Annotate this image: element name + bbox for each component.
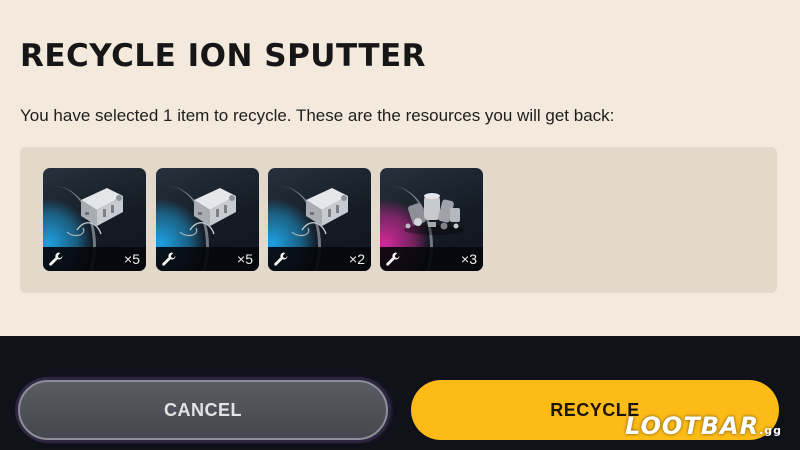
recycle-dialog: RECYCLE ION SPUTTER You have selected 1 … (0, 0, 800, 336)
scrap-parts-pile-icon (404, 193, 464, 235)
wrench-icon (49, 252, 63, 266)
resource-quantity: ×5 (237, 251, 253, 267)
resource-tile[interactable]: ×5 (156, 168, 259, 271)
mechanical-components-icon (66, 188, 123, 237)
wrench-icon (386, 252, 400, 266)
watermark-logo: LOOTBAR.gg (625, 412, 782, 440)
dialog-message: You have selected 1 item to recycle. The… (20, 106, 615, 125)
resource-tile[interactable]: ×2 (268, 168, 371, 271)
resource-tile[interactable]: ×5 (43, 168, 146, 271)
resources-panel: ×5 ×5 ×2 ×3 (20, 147, 777, 293)
dialog-title: RECYCLE ION SPUTTER (20, 38, 427, 74)
watermark-brand: LOOTBAR (625, 412, 760, 440)
resource-quantity: ×2 (349, 251, 365, 267)
cancel-button[interactable]: CANCEL (18, 380, 388, 440)
wrench-icon (274, 252, 288, 266)
resource-tile[interactable]: ×3 (380, 168, 483, 271)
watermark-suffix: .gg (759, 424, 782, 437)
resource-quantity: ×3 (461, 251, 477, 267)
mechanical-components-icon (291, 188, 348, 237)
mechanical-components-icon (179, 188, 236, 237)
wrench-icon (162, 252, 176, 266)
resource-quantity: ×5 (124, 251, 140, 267)
